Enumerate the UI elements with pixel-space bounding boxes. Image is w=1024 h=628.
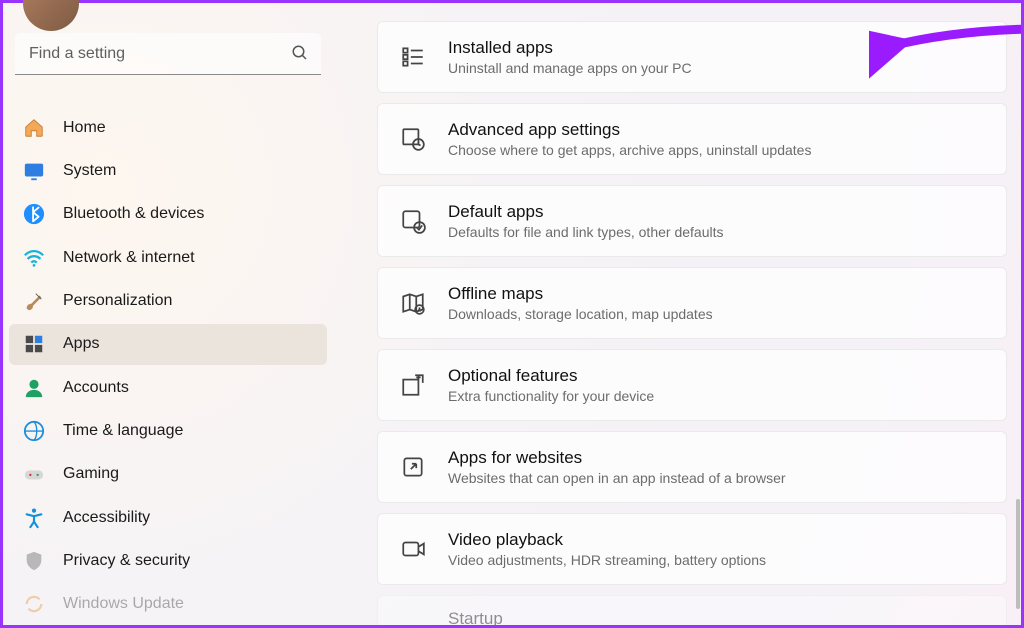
- search-icon: [291, 44, 309, 62]
- sidebar-item-label: Gaming: [63, 465, 119, 483]
- sidebar-item-apps[interactable]: Apps: [9, 324, 327, 365]
- scrollbar-thumb[interactable]: [1016, 499, 1020, 609]
- sidebar-item-network[interactable]: Network & internet: [9, 237, 327, 278]
- gaming-icon: [23, 463, 45, 485]
- default-apps-icon: [400, 208, 426, 234]
- globe-clock-icon: [23, 420, 45, 442]
- card-title: Optional features: [448, 366, 654, 386]
- card-installed-apps[interactable]: Installed apps Uninstall and manage apps…: [377, 21, 1007, 93]
- sidebar-item-label: Privacy & security: [63, 552, 190, 570]
- sidebar-item-personalization[interactable]: Personalization: [9, 280, 327, 321]
- sidebar-item-bluetooth[interactable]: Bluetooth & devices: [9, 194, 327, 235]
- sidebar-item-label: Windows Update: [63, 595, 184, 613]
- startup-icon: [400, 606, 426, 625]
- video-icon: [400, 536, 426, 562]
- installed-apps-icon: [400, 44, 426, 70]
- card-subtitle: Choose where to get apps, archive apps, …: [448, 142, 811, 158]
- sidebar-nav: Home System Bluetooth & devices Network …: [9, 107, 327, 625]
- sidebar-item-label: Accounts: [63, 379, 129, 397]
- card-offline-maps[interactable]: Offline maps Downloads, storage location…: [377, 267, 1007, 339]
- card-title: Apps for websites: [448, 448, 786, 468]
- open-external-icon: [400, 454, 426, 480]
- shield-icon: [23, 550, 45, 572]
- main-content: Installed apps Uninstall and manage apps…: [333, 3, 1021, 625]
- system-icon: [23, 160, 45, 182]
- card-optional-features[interactable]: Optional features Extra functionality fo…: [377, 349, 1007, 421]
- card-startup[interactable]: Startup: [377, 595, 1007, 625]
- map-icon: [400, 290, 426, 316]
- wifi-icon: [23, 247, 45, 269]
- card-title: Startup: [448, 609, 503, 625]
- card-subtitle: Uninstall and manage apps on your PC: [448, 60, 692, 76]
- advanced-settings-icon: [400, 126, 426, 152]
- sidebar-item-label: Bluetooth & devices: [63, 205, 204, 223]
- card-subtitle: Websites that can open in an app instead…: [448, 470, 786, 486]
- sidebar-item-label: Accessibility: [63, 509, 150, 527]
- sidebar-item-privacy[interactable]: Privacy & security: [9, 540, 327, 581]
- paintbrush-icon: [23, 290, 45, 312]
- sidebar-item-accessibility[interactable]: Accessibility: [9, 497, 327, 538]
- sidebar-item-accounts[interactable]: Accounts: [9, 367, 327, 408]
- sidebar-item-time-language[interactable]: Time & language: [9, 410, 327, 451]
- search-field-wrap: [15, 33, 321, 75]
- card-title: Video playback: [448, 530, 766, 550]
- sidebar-item-label: System: [63, 162, 116, 180]
- card-title: Advanced app settings: [448, 120, 811, 140]
- home-icon: [23, 117, 45, 139]
- card-apps-for-websites[interactable]: Apps for websites Websites that can open…: [377, 431, 1007, 503]
- optional-features-icon: [400, 372, 426, 398]
- sidebar: Home System Bluetooth & devices Network …: [3, 3, 333, 625]
- sidebar-item-system[interactable]: System: [9, 150, 327, 191]
- search-input[interactable]: [15, 33, 321, 75]
- sidebar-item-home[interactable]: Home: [9, 107, 327, 148]
- accounts-icon: [23, 377, 45, 399]
- card-subtitle: Defaults for file and link types, other …: [448, 224, 723, 240]
- sidebar-item-label: Home: [63, 119, 106, 137]
- card-advanced-app-settings[interactable]: Advanced app settings Choose where to ge…: [377, 103, 1007, 175]
- sidebar-item-gaming[interactable]: Gaming: [9, 454, 327, 495]
- card-subtitle: Extra functionality for your device: [448, 388, 654, 404]
- sidebar-item-label: Personalization: [63, 292, 172, 310]
- card-title: Default apps: [448, 202, 723, 222]
- sidebar-item-label: Network & internet: [63, 249, 195, 267]
- card-default-apps[interactable]: Default apps Defaults for file and link …: [377, 185, 1007, 257]
- card-title: Installed apps: [448, 38, 692, 58]
- accessibility-icon: [23, 507, 45, 529]
- apps-icon: [23, 333, 45, 355]
- card-video-playback[interactable]: Video playback Video adjustments, HDR st…: [377, 513, 1007, 585]
- sidebar-item-windows-update[interactable]: Windows Update: [9, 584, 327, 625]
- update-icon: [23, 593, 45, 615]
- bluetooth-icon: [23, 203, 45, 225]
- card-subtitle: Downloads, storage location, map updates: [448, 306, 713, 322]
- card-title: Offline maps: [448, 284, 713, 304]
- sidebar-item-label: Time & language: [63, 422, 183, 440]
- card-subtitle: Video adjustments, HDR streaming, batter…: [448, 552, 766, 568]
- sidebar-item-label: Apps: [63, 335, 99, 353]
